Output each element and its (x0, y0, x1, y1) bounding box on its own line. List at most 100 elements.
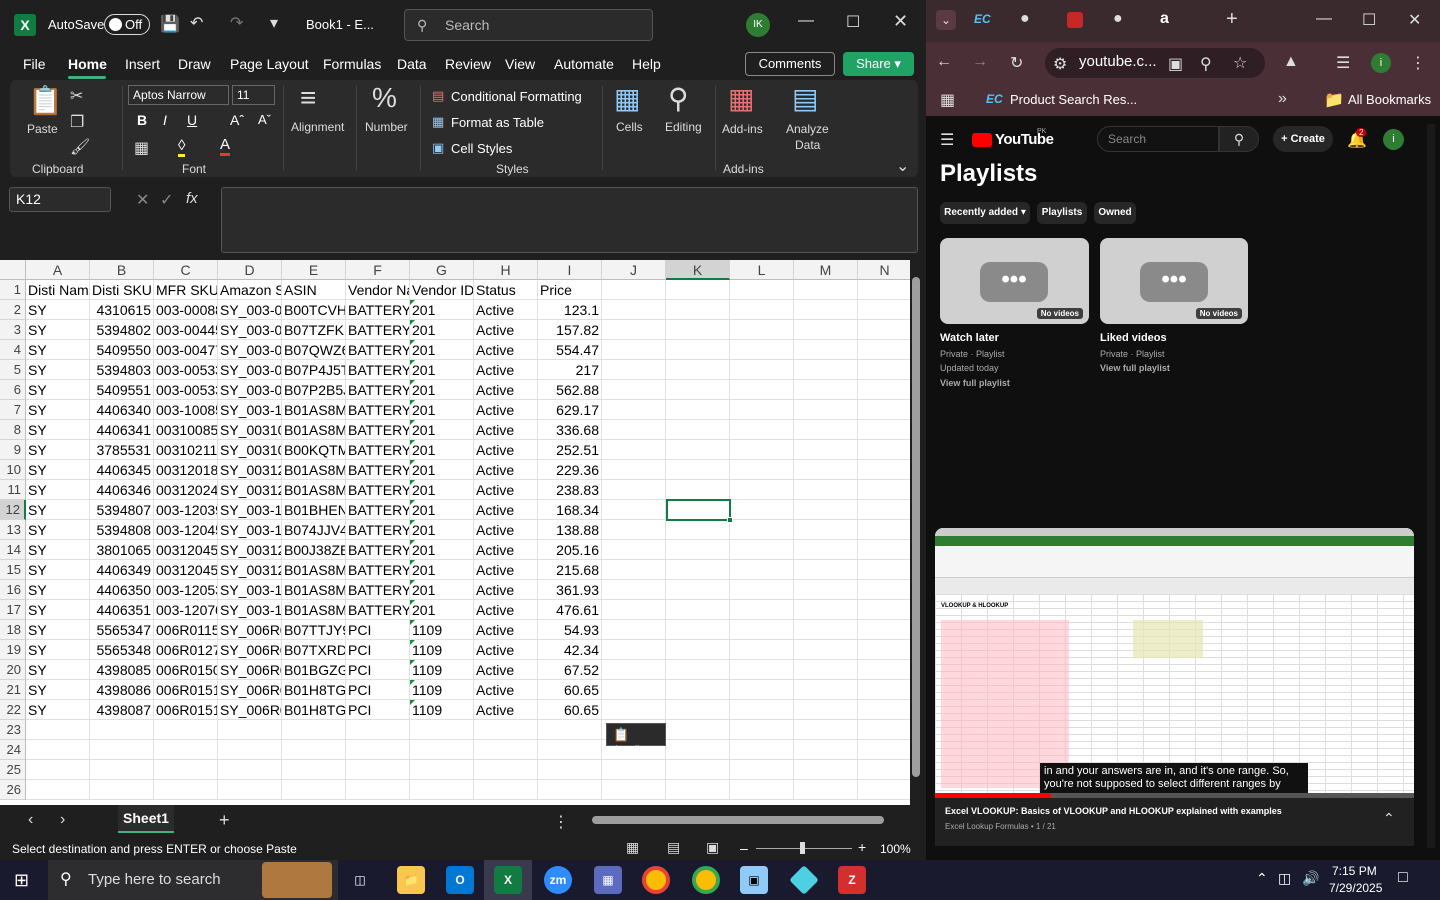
empty-cell[interactable] (538, 780, 602, 800)
empty-cell[interactable] (794, 740, 858, 760)
empty-cell[interactable] (666, 280, 730, 300)
decrease-font-icon[interactable]: Aˇ (258, 112, 271, 127)
zoom-level[interactable]: 100% (880, 842, 911, 856)
cell[interactable]: 1109 (410, 640, 474, 660)
empty-cell[interactable] (730, 520, 794, 540)
cell[interactable]: 562.88 (538, 380, 602, 400)
cell[interactable]: SY (26, 480, 90, 500)
maximize-icon[interactable]: ☐ (846, 12, 860, 32)
network-icon[interactable]: ◫ (1278, 870, 1291, 887)
cell[interactable]: Active (474, 600, 538, 620)
empty-cell[interactable] (794, 680, 858, 700)
cell[interactable]: 361.93 (538, 580, 602, 600)
empty-cell[interactable] (602, 360, 666, 380)
cell[interactable]: Active (474, 480, 538, 500)
empty-cell[interactable] (346, 760, 410, 780)
cell[interactable]: SY_006R01 (218, 680, 282, 700)
cell[interactable]: BATTERY T (346, 540, 410, 560)
empty-cell[interactable] (410, 780, 474, 800)
empty-cell[interactable] (602, 660, 666, 680)
cell[interactable]: 4398085 (90, 660, 154, 680)
cell[interactable]: 4406340 (90, 400, 154, 420)
conditional-formatting-button[interactable]: Conditional Formatting (451, 89, 582, 104)
create-button[interactable]: + Create (1273, 126, 1333, 152)
cell[interactable]: 5394802 (90, 320, 154, 340)
empty-cell[interactable] (666, 340, 730, 360)
cell[interactable]: BATTERY T (346, 360, 410, 380)
empty-cell[interactable] (730, 720, 794, 740)
cell[interactable]: SY (26, 520, 90, 540)
cell[interactable]: 003-00445 (154, 320, 218, 340)
column-header-f[interactable]: F (346, 260, 410, 280)
empty-cell[interactable] (602, 280, 666, 300)
cell[interactable]: Active (474, 640, 538, 660)
cell[interactable]: 006R0127 (154, 640, 218, 660)
cell[interactable]: PCI (346, 660, 410, 680)
empty-cell[interactable] (794, 780, 858, 800)
empty-cell[interactable] (730, 560, 794, 580)
row-header-19[interactable]: 19 (0, 640, 26, 660)
cell[interactable]: 201 (410, 440, 474, 460)
tray-chevron-icon[interactable]: ⌃ (1256, 870, 1268, 887)
tab-insert[interactable]: Insert (125, 56, 160, 72)
empty-cell[interactable] (474, 720, 538, 740)
cell[interactable]: B01AS8MK (282, 420, 346, 440)
empty-cell[interactable] (602, 640, 666, 660)
liked-videos-thumbnail[interactable]: ••• No videos (1100, 238, 1248, 324)
empty-cell[interactable] (666, 300, 730, 320)
empty-cell[interactable] (730, 420, 794, 440)
empty-cell[interactable] (410, 760, 474, 780)
cell[interactable]: 003-12039 (154, 500, 218, 520)
zoom-slider-thumb[interactable] (800, 842, 805, 854)
column-header-m[interactable]: M (794, 260, 858, 280)
cell[interactable]: 67.52 (538, 660, 602, 680)
row-header-4[interactable]: 4 (0, 340, 26, 360)
empty-cell[interactable] (858, 340, 910, 360)
font-size-select[interactable]: 11 (232, 85, 275, 105)
cell[interactable]: Active (474, 320, 538, 340)
empty-cell[interactable] (154, 720, 218, 740)
cell[interactable]: 201 (410, 300, 474, 320)
task-view-icon[interactable]: ◫ (346, 866, 374, 894)
empty-cell[interactable] (602, 600, 666, 620)
column-header-e[interactable]: E (282, 260, 346, 280)
empty-cell[interactable] (858, 640, 910, 660)
column-header-l[interactable]: L (730, 260, 794, 280)
empty-cell[interactable] (730, 620, 794, 640)
editing-button[interactable]: Editing (665, 120, 702, 134)
empty-cell[interactable] (666, 540, 730, 560)
cell[interactable]: Disti Nam (26, 280, 90, 300)
chrome-minimize-icon[interactable]: — (1316, 10, 1332, 28)
empty-cell[interactable] (666, 460, 730, 480)
row-header-14[interactable]: 14 (0, 540, 26, 560)
cell[interactable]: BATTERY T (346, 380, 410, 400)
cell[interactable]: BATTERY T (346, 320, 410, 340)
chrome-menu-icon[interactable]: ⋮ (1410, 53, 1426, 73)
cell[interactable]: 003-00533 (154, 380, 218, 400)
empty-cell[interactable] (602, 540, 666, 560)
zoom-icon[interactable]: ⚲ (1200, 54, 1212, 74)
cell[interactable]: B01AS8MF (282, 400, 346, 420)
cell[interactable]: 003-12045 (154, 520, 218, 540)
empty-cell[interactable] (858, 600, 910, 620)
empty-cell[interactable] (90, 740, 154, 760)
column-header-i[interactable]: I (538, 260, 602, 280)
chrome-close-icon[interactable]: ✕ (1408, 10, 1421, 30)
row-header-23[interactable]: 23 (0, 720, 26, 740)
cell[interactable]: SY_003-00 (218, 360, 282, 380)
empty-cell[interactable] (602, 340, 666, 360)
cell-styles-button[interactable]: Cell Styles (451, 141, 512, 156)
calculator-icon[interactable]: ▦ (594, 866, 622, 894)
cell[interactable]: 006R0115 (154, 620, 218, 640)
empty-cell[interactable] (858, 780, 910, 800)
cell[interactable]: 42.34 (538, 640, 602, 660)
apps-icon[interactable]: ▦ (940, 90, 955, 110)
cell[interactable]: Active (474, 660, 538, 680)
empty-cell[interactable] (858, 320, 910, 340)
empty-cell[interactable] (346, 720, 410, 740)
cell[interactable]: B00J38ZE0 (282, 540, 346, 560)
empty-cell[interactable] (794, 340, 858, 360)
globe-tab-icon[interactable]: ● (1020, 10, 1030, 28)
tab-automate[interactable]: Automate (554, 56, 614, 72)
row-header-5[interactable]: 5 (0, 360, 26, 380)
